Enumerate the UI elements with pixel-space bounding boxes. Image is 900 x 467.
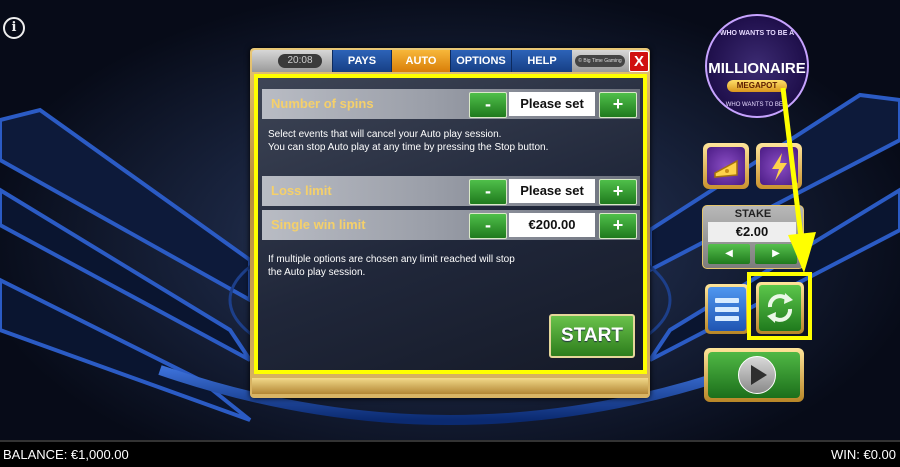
spin-button[interactable] bbox=[704, 348, 804, 402]
win-limit-minus-button[interactable]: - bbox=[469, 213, 507, 239]
dialog-footer bbox=[252, 378, 648, 394]
loss-limit-label: Loss limit bbox=[271, 183, 332, 198]
win-text: WIN: €0.00 bbox=[830, 447, 896, 462]
studio-badge: © Big Time Gaming bbox=[575, 55, 625, 67]
autoplay-dialog: 20:08 PAYS AUTO OPTIONS HELP © Big Time … bbox=[250, 48, 650, 398]
win-limit-plus-button[interactable]: + bbox=[599, 213, 637, 239]
play-icon bbox=[751, 365, 767, 385]
multiple-options-note: If multiple options are chosen any limit… bbox=[268, 254, 515, 278]
number-of-spins-label: Number of spins bbox=[271, 96, 374, 111]
hamburger-icon bbox=[708, 287, 746, 331]
feature-cheese-button[interactable] bbox=[703, 143, 749, 189]
single-win-limit-row: Single win limit - €200.00 + bbox=[262, 210, 640, 240]
dialog-tab-bar: 20:08 PAYS AUTO OPTIONS HELP © Big Time … bbox=[252, 50, 649, 72]
autoplay-highlight-box bbox=[747, 272, 812, 340]
status-bar: BALANCE: €1,000.00 WIN: €0.00 bbox=[0, 440, 900, 467]
number-of-spins-row: Number of spins - Please set + bbox=[262, 89, 640, 119]
menu-button[interactable] bbox=[705, 284, 749, 334]
spins-minus-button[interactable]: - bbox=[469, 92, 507, 118]
close-button[interactable]: X bbox=[629, 51, 649, 72]
loss-limit-plus-button[interactable]: + bbox=[599, 179, 637, 205]
cheese-icon bbox=[714, 159, 738, 178]
loss-limit-row: Loss limit - Please set + bbox=[262, 176, 640, 206]
tab-options[interactable]: OPTIONS bbox=[450, 50, 511, 72]
loss-limit-value: Please set bbox=[509, 179, 595, 203]
loss-limit-minus-button[interactable]: - bbox=[469, 179, 507, 205]
autoplay-settings-panel: Number of spins - Please set + Select ev… bbox=[254, 74, 647, 374]
start-button[interactable]: START bbox=[549, 314, 635, 358]
spins-plus-button[interactable]: + bbox=[599, 92, 637, 118]
tab-help[interactable]: HELP bbox=[511, 50, 572, 72]
cancel-events-note: Select events that will cancel your Auto… bbox=[268, 129, 549, 153]
spins-value: Please set bbox=[509, 92, 595, 116]
balance-text: BALANCE: €1,000.00 bbox=[3, 447, 129, 462]
tab-auto[interactable]: AUTO bbox=[391, 50, 450, 72]
info-icon[interactable]: i bbox=[3, 17, 25, 39]
tab-pays[interactable]: PAYS bbox=[332, 50, 391, 72]
stake-decrease-button[interactable]: ◀ bbox=[708, 244, 750, 264]
annotation-arrow bbox=[780, 87, 816, 273]
win-limit-value: €200.00 bbox=[509, 213, 595, 237]
clock: 20:08 bbox=[278, 54, 322, 68]
single-win-limit-label: Single win limit bbox=[271, 217, 366, 232]
